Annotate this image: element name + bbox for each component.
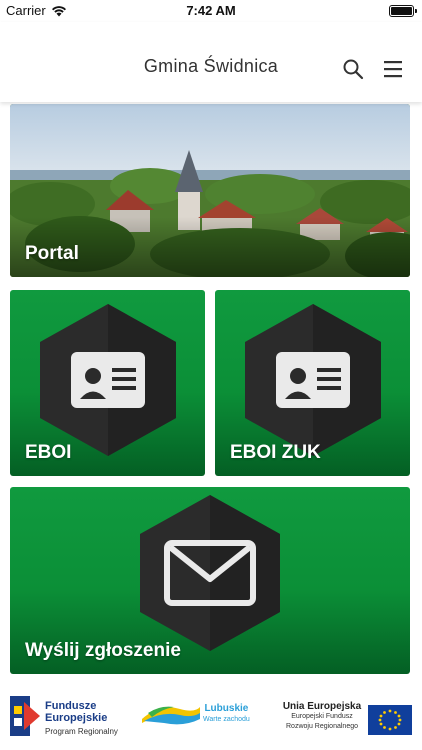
- fundusze-europejskie-logo: [10, 696, 40, 736]
- fundusze-europejskie-text: Fundusze Europejskie Program Regionalny: [45, 700, 118, 738]
- eu-line1: Unia Europejska: [282, 701, 362, 712]
- search-icon[interactable]: [342, 58, 364, 80]
- hamburger-menu-icon[interactable]: [383, 59, 403, 79]
- battery-icon: [389, 5, 417, 17]
- tile-label-send-report: Wyślij zgłoszenie: [25, 640, 181, 661]
- tile-send-report[interactable]: Wyślij zgłoszenie: [10, 487, 410, 674]
- fe-line1: Fundusze: [45, 700, 97, 712]
- tile-eboi-zuk[interactable]: EBOI ZUK: [215, 290, 410, 476]
- status-bar: Carrier 7:42 AM: [0, 0, 422, 22]
- lubuskie-logo: [142, 706, 200, 725]
- id-card-icon: [40, 304, 176, 456]
- tile-label-eboi-zuk: EBOI ZUK: [230, 442, 321, 463]
- lubuskie-text: Lubuskie Warte zachodu: [203, 703, 250, 725]
- fe-line3: Program Regionalny: [45, 727, 118, 736]
- tile-label-eboi: EBOI: [25, 442, 72, 463]
- fe-line2: Europejskie: [45, 712, 108, 724]
- envelope-icon: [140, 495, 280, 651]
- eu-text: Unia Europejska Europejski Fundusz Rozwo…: [280, 702, 364, 732]
- eu-flag-icon: [368, 705, 412, 735]
- lubuskie-line1: Lubuskie: [204, 703, 249, 714]
- tile-label-portal: Portal: [25, 243, 79, 264]
- footer-logos: Fundusze Europejskie Program Regionalny …: [0, 688, 422, 750]
- eu-line2: Europejski Fundusz: [291, 713, 353, 720]
- clock: 7:42 AM: [186, 3, 236, 18]
- lubuskie-line2: Warte zachodu: [203, 716, 250, 723]
- tile-portal[interactable]: Portal: [10, 104, 410, 277]
- eu-line3: Rozwoju Regionalnego: [286, 723, 358, 730]
- tile-eboi[interactable]: EBOI: [10, 290, 205, 476]
- id-card-icon: [245, 304, 381, 456]
- app-header: Gmina Świdnica: [0, 22, 422, 102]
